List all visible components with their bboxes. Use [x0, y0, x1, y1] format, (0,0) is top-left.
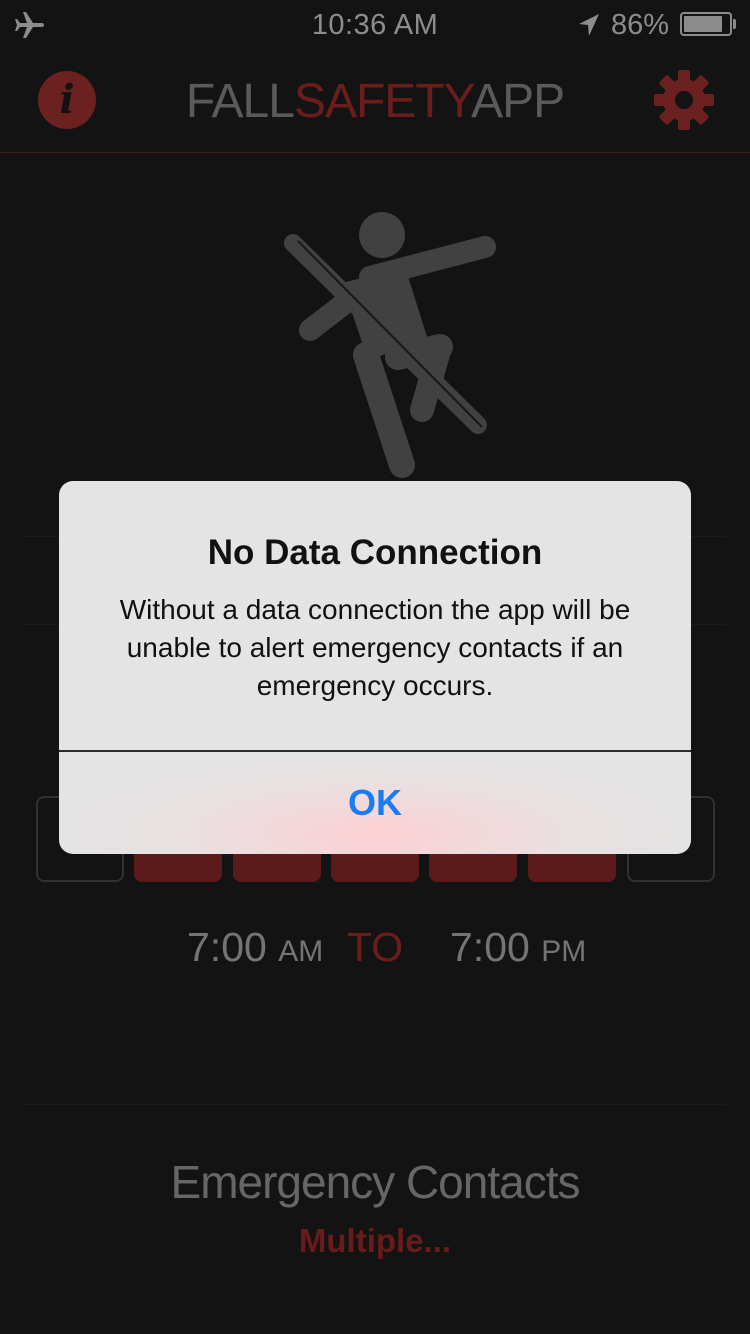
alert-title: No Data Connection: [207, 533, 543, 572]
ok-button[interactable]: OK: [59, 752, 691, 854]
alert-dialog: No Data Connection Without a data connec…: [59, 481, 691, 854]
alert-message: Without a data connection the app will b…: [119, 594, 631, 701]
